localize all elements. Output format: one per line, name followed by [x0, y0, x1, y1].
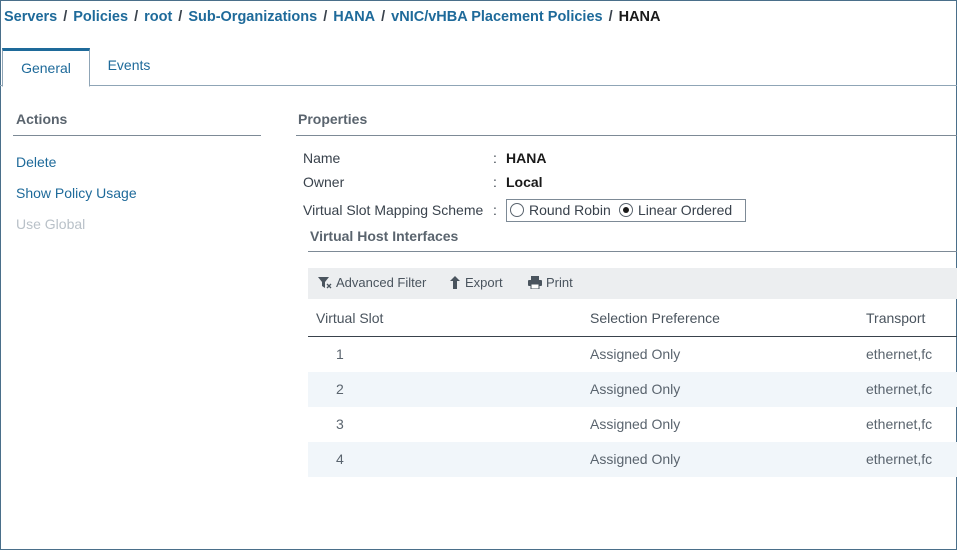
delete-action[interactable]: Delete — [16, 154, 56, 170]
table-row[interactable]: 2 Assigned Only ethernet,fc — [308, 372, 957, 407]
export-button[interactable]: Export — [449, 275, 503, 290]
breadcrumb-placement-policies[interactable]: vNIC/vHBA Placement Policies — [391, 9, 602, 25]
tab-bar: General Events — [0, 48, 957, 87]
name-colon: : — [493, 150, 497, 166]
column-header-selection-preference[interactable]: Selection Preference — [590, 310, 720, 326]
cell-selection-preference: Assigned Only — [590, 346, 681, 362]
properties-divider — [296, 135, 957, 136]
filter-icon — [318, 277, 332, 289]
round-robin-label: Round Robin — [529, 202, 611, 218]
vhi-divider — [308, 251, 957, 252]
slot-mapping-scheme-radio-group: Round Robin Linear Ordered — [506, 199, 746, 222]
cell-selection-preference: Assigned Only — [590, 416, 681, 432]
breadcrumb-separator: / — [323, 9, 328, 25]
round-robin-radio[interactable]: Round Robin — [510, 202, 611, 218]
cell-virtual-slot: 2 — [336, 381, 344, 397]
cell-transport: ethernet,fc — [866, 416, 933, 432]
table-header: Virtual Slot Selection Preference Transp… — [308, 299, 957, 337]
linear-ordered-radio[interactable]: Linear Ordered — [619, 202, 732, 218]
breadcrumb-separator: / — [178, 9, 183, 25]
breadcrumb-hana-org[interactable]: HANA — [333, 9, 375, 25]
cell-transport: ethernet,fc — [866, 451, 933, 467]
export-arrow-icon — [450, 276, 460, 289]
name-label: Name — [303, 150, 341, 166]
owner-colon: : — [493, 174, 497, 190]
properties-title: Properties — [298, 111, 368, 127]
virtual-host-interfaces-title: Virtual Host Interfaces — [310, 228, 459, 244]
cell-transport: ethernet,fc — [866, 381, 933, 397]
radio-checked-icon — [619, 203, 633, 217]
breadcrumb: Servers / Policies / root / Sub-Organizations /… — [4, 9, 661, 25]
export-label: Export — [465, 275, 503, 290]
scheme-colon: : — [493, 202, 497, 218]
breadcrumb-servers[interactable]: Servers — [4, 9, 57, 25]
cell-selection-preference: Assigned Only — [590, 381, 681, 397]
breadcrumb-policies[interactable]: Policies — [73, 9, 128, 25]
owner-value: Local — [506, 174, 543, 190]
scheme-label: Virtual Slot Mapping Scheme — [303, 202, 484, 218]
advanced-filter-button[interactable]: Advanced Filter — [318, 275, 426, 290]
cell-virtual-slot: 1 — [336, 346, 344, 362]
show-policy-usage-action[interactable]: Show Policy Usage — [16, 185, 137, 201]
table-row[interactable]: 3 Assigned Only ethernet,fc — [308, 407, 957, 442]
breadcrumb-separator: / — [63, 9, 68, 25]
breadcrumb-sub-organizations[interactable]: Sub-Organizations — [188, 9, 317, 25]
print-button[interactable]: Print — [528, 275, 573, 290]
owner-label: Owner — [303, 174, 345, 190]
table-row[interactable]: 4 Assigned Only ethernet,fc — [308, 442, 957, 477]
breadcrumb-separator: / — [381, 9, 386, 25]
printer-icon — [528, 276, 542, 289]
breadcrumb-separator: / — [608, 9, 613, 25]
tab-general[interactable]: General — [2, 48, 90, 87]
name-value: HANA — [506, 150, 547, 166]
column-header-virtual-slot[interactable]: Virtual Slot — [316, 310, 383, 326]
cell-transport: ethernet,fc — [866, 346, 933, 362]
actions-title: Actions — [16, 111, 68, 127]
advanced-filter-label: Advanced Filter — [336, 275, 427, 290]
use-global-action: Use Global — [16, 216, 86, 232]
breadcrumb-current: HANA — [618, 9, 661, 25]
tab-events[interactable]: Events — [90, 48, 168, 86]
cell-selection-preference: Assigned Only — [590, 451, 681, 467]
actions-divider — [13, 135, 261, 136]
cell-virtual-slot: 3 — [336, 416, 344, 432]
linear-ordered-label: Linear Ordered — [638, 202, 733, 218]
print-label: Print — [546, 275, 573, 290]
table-row[interactable]: 1 Assigned Only ethernet,fc — [308, 337, 957, 372]
column-header-transport[interactable]: Transport — [866, 310, 925, 326]
cell-virtual-slot: 4 — [336, 451, 344, 467]
radio-unchecked-icon — [510, 203, 524, 217]
table-toolbar: Advanced Filter Export Print — [308, 268, 957, 299]
breadcrumb-root[interactable]: root — [144, 9, 172, 25]
breadcrumb-separator: / — [134, 9, 139, 25]
